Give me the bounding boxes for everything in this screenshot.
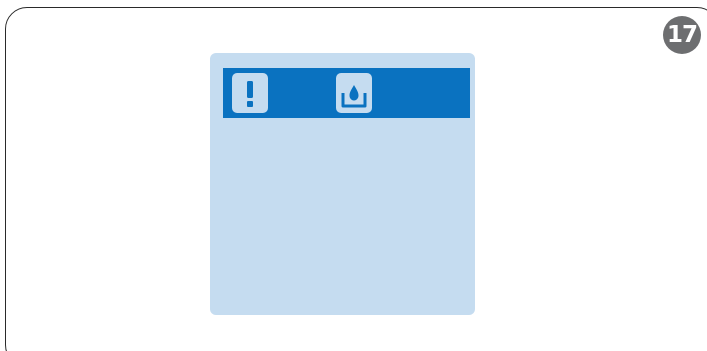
instruction-figure: 17 <box>0 0 707 351</box>
display-status-bar <box>223 68 470 118</box>
warning-exclamation-icon <box>232 73 268 113</box>
device-display-screen <box>210 53 475 315</box>
step-number-badge: 17 <box>663 16 701 54</box>
water-tank-icon <box>336 73 372 113</box>
